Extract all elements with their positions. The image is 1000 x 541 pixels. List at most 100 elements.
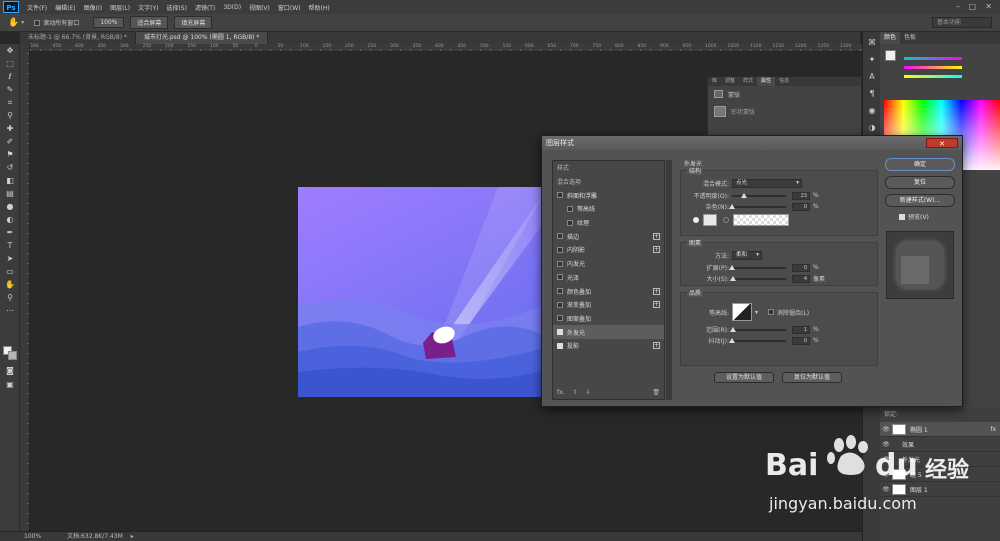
menu-window[interactable]: 窗口(W) — [278, 3, 301, 12]
noise-input[interactable]: 0 — [792, 202, 810, 211]
set-default-button[interactable]: 设置为默认值 — [714, 372, 774, 383]
move-up-icon[interactable]: ⇧ — [573, 389, 578, 396]
menu-3d[interactable]: 3D(D) — [223, 4, 241, 11]
slider-thumb[interactable] — [729, 337, 735, 343]
style-contour[interactable]: 等高线 — [553, 202, 664, 216]
slider-thumb[interactable] — [729, 326, 736, 332]
style-satin[interactable]: 光泽 — [553, 271, 664, 285]
preview-checkbox[interactable] — [899, 213, 905, 220]
gradient-radio[interactable] — [723, 216, 729, 223]
move-tool-icon[interactable]: ✥ — [3, 45, 17, 57]
blur-tool-icon[interactable]: ● — [3, 201, 17, 213]
zoom-level[interactable]: 100% — [24, 533, 41, 540]
more-tools-icon[interactable]: ⋯ — [3, 305, 17, 317]
menu-help[interactable]: 帮助(H) — [309, 3, 330, 12]
style-checkbox[interactable] — [557, 301, 563, 308]
slider-thumb[interactable] — [730, 275, 737, 281]
stamp-tool-icon[interactable]: ⚑ — [3, 149, 17, 161]
style-outer-glow[interactable]: 外发光 — [553, 325, 664, 339]
green-slider[interactable] — [904, 63, 1000, 72]
spread-slider[interactable] — [729, 264, 786, 270]
menu-filter[interactable]: 滤镜(T) — [195, 3, 215, 12]
chevron-down-icon[interactable]: ▾ — [755, 309, 758, 316]
tab-color[interactable]: 颜色 — [880, 32, 901, 44]
tab-info[interactable]: 信息 — [775, 77, 793, 86]
opacity-input[interactable]: 23 — [792, 191, 810, 200]
style-checkbox[interactable] — [557, 233, 563, 240]
antialias-checkbox[interactable] — [768, 309, 775, 315]
range-input[interactable]: 1 — [792, 325, 810, 334]
jitter-input[interactable]: 0 — [792, 336, 810, 345]
brush-tool-icon[interactable]: ✐ — [3, 136, 17, 148]
background-color-swatch[interactable] — [8, 351, 17, 360]
gradient-tool-icon[interactable]: ▤ — [3, 188, 17, 200]
checkbox-box[interactable] — [34, 19, 41, 26]
close-icon[interactable]: ✕ — [926, 138, 958, 148]
style-checkbox[interactable] — [557, 288, 563, 295]
fill-screen-button[interactable]: 填充屏幕 — [174, 16, 213, 29]
style-checkbox[interactable] — [567, 205, 573, 212]
add-icon[interactable]: + — [653, 287, 660, 295]
style-checkbox[interactable] — [557, 260, 563, 267]
style-color-overlay[interactable]: 颜色叠加 + — [553, 284, 664, 298]
style-checkbox[interactable] — [557, 246, 563, 253]
style-drop-shadow[interactable]: 投影 + — [553, 339, 664, 353]
document-canvas[interactable] — [298, 187, 548, 397]
history-brush-icon[interactable]: ↺ — [3, 162, 17, 174]
style-stroke[interactable]: 描边 + — [553, 229, 664, 243]
reset-button[interactable]: 复位 — [885, 176, 955, 189]
status-arrow-icon[interactable]: ▸ — [131, 533, 134, 540]
size-input[interactable]: 4 — [792, 274, 810, 283]
slider-thumb[interactable] — [741, 192, 748, 198]
minimize-icon[interactable]: – — [956, 2, 960, 11]
eraser-tool-icon[interactable]: ◧ — [3, 175, 17, 187]
style-texture[interactable]: 纹理 — [553, 216, 664, 230]
chevron-down-icon[interactable]: ▾ — [21, 19, 24, 26]
path-select-tool-icon[interactable]: ➤ — [3, 253, 17, 265]
maximize-icon[interactable]: □ — [968, 2, 976, 11]
style-header[interactable]: 样式 — [553, 161, 664, 175]
screen-mode-icon[interactable]: ▣ — [3, 379, 17, 391]
brush-preset-icon[interactable]: ✦ — [866, 54, 878, 66]
dialog-title[interactable]: 图层样式 — [542, 136, 962, 150]
hand-tool-icon[interactable]: ✋ — [3, 279, 17, 291]
opacity-slider[interactable] — [732, 192, 786, 198]
gradient-swatch[interactable] — [733, 213, 789, 226]
crop-tool-icon[interactable]: ⌗ — [3, 97, 17, 109]
glow-color-swatch[interactable] — [703, 213, 717, 226]
reset-default-button[interactable]: 复位为默认值 — [782, 372, 842, 383]
preview-checkbox-row[interactable]: 预览(V) — [885, 212, 955, 221]
eyedropper-tool-icon[interactable]: ⚲ — [3, 110, 17, 122]
color-fg-swatch[interactable] — [885, 50, 896, 61]
add-icon[interactable]: + — [653, 301, 660, 309]
move-down-icon[interactable]: ⇩ — [586, 389, 591, 396]
style-checkbox[interactable] — [557, 192, 563, 199]
size-slider[interactable] — [730, 275, 786, 281]
jitter-slider[interactable] — [729, 337, 786, 343]
close-window-icon[interactable]: ✕ — [985, 2, 992, 11]
zoom-tool-icon[interactable]: ⚲ — [3, 292, 17, 304]
solid-color-radio[interactable] — [693, 216, 699, 223]
style-bevel[interactable]: 斜面和浮雕 — [553, 188, 664, 202]
menu-edit[interactable]: 编辑(E) — [55, 3, 75, 12]
menu-layer[interactable]: 图层(L) — [110, 3, 130, 12]
ok-button[interactable]: 确定 — [885, 158, 955, 171]
blend-mode-select[interactable]: 点光 ▾ — [732, 179, 802, 188]
history-icon[interactable]: ⌘ — [866, 37, 878, 49]
tab-untitled[interactable]: 未标题-1 @ 66.7% (背景, RGB/8) * — [20, 32, 136, 44]
style-checkbox[interactable] — [567, 219, 573, 226]
method-select[interactable]: 柔和 ▾ — [732, 251, 762, 260]
range-slider[interactable] — [729, 326, 786, 332]
tab-library[interactable]: 库 — [708, 77, 721, 86]
style-checkbox[interactable] — [557, 274, 563, 281]
style-gradient-overlay[interactable]: 渐变叠加 + — [553, 298, 664, 312]
menu-view[interactable]: 视图(V) — [249, 3, 270, 12]
fx-menu-icon[interactable]: fx. — [557, 389, 565, 396]
menu-image[interactable]: 图像(I) — [84, 3, 102, 12]
blue-slider[interactable] — [904, 72, 1000, 81]
lasso-tool-icon[interactable]: ℓ — [3, 71, 17, 83]
marquee-tool-icon[interactable]: ⬚ — [3, 58, 17, 70]
paragraph-icon[interactable]: ¶ — [866, 88, 878, 100]
style-checkbox[interactable] — [557, 329, 563, 336]
menu-file[interactable]: 文件(F) — [27, 3, 47, 12]
